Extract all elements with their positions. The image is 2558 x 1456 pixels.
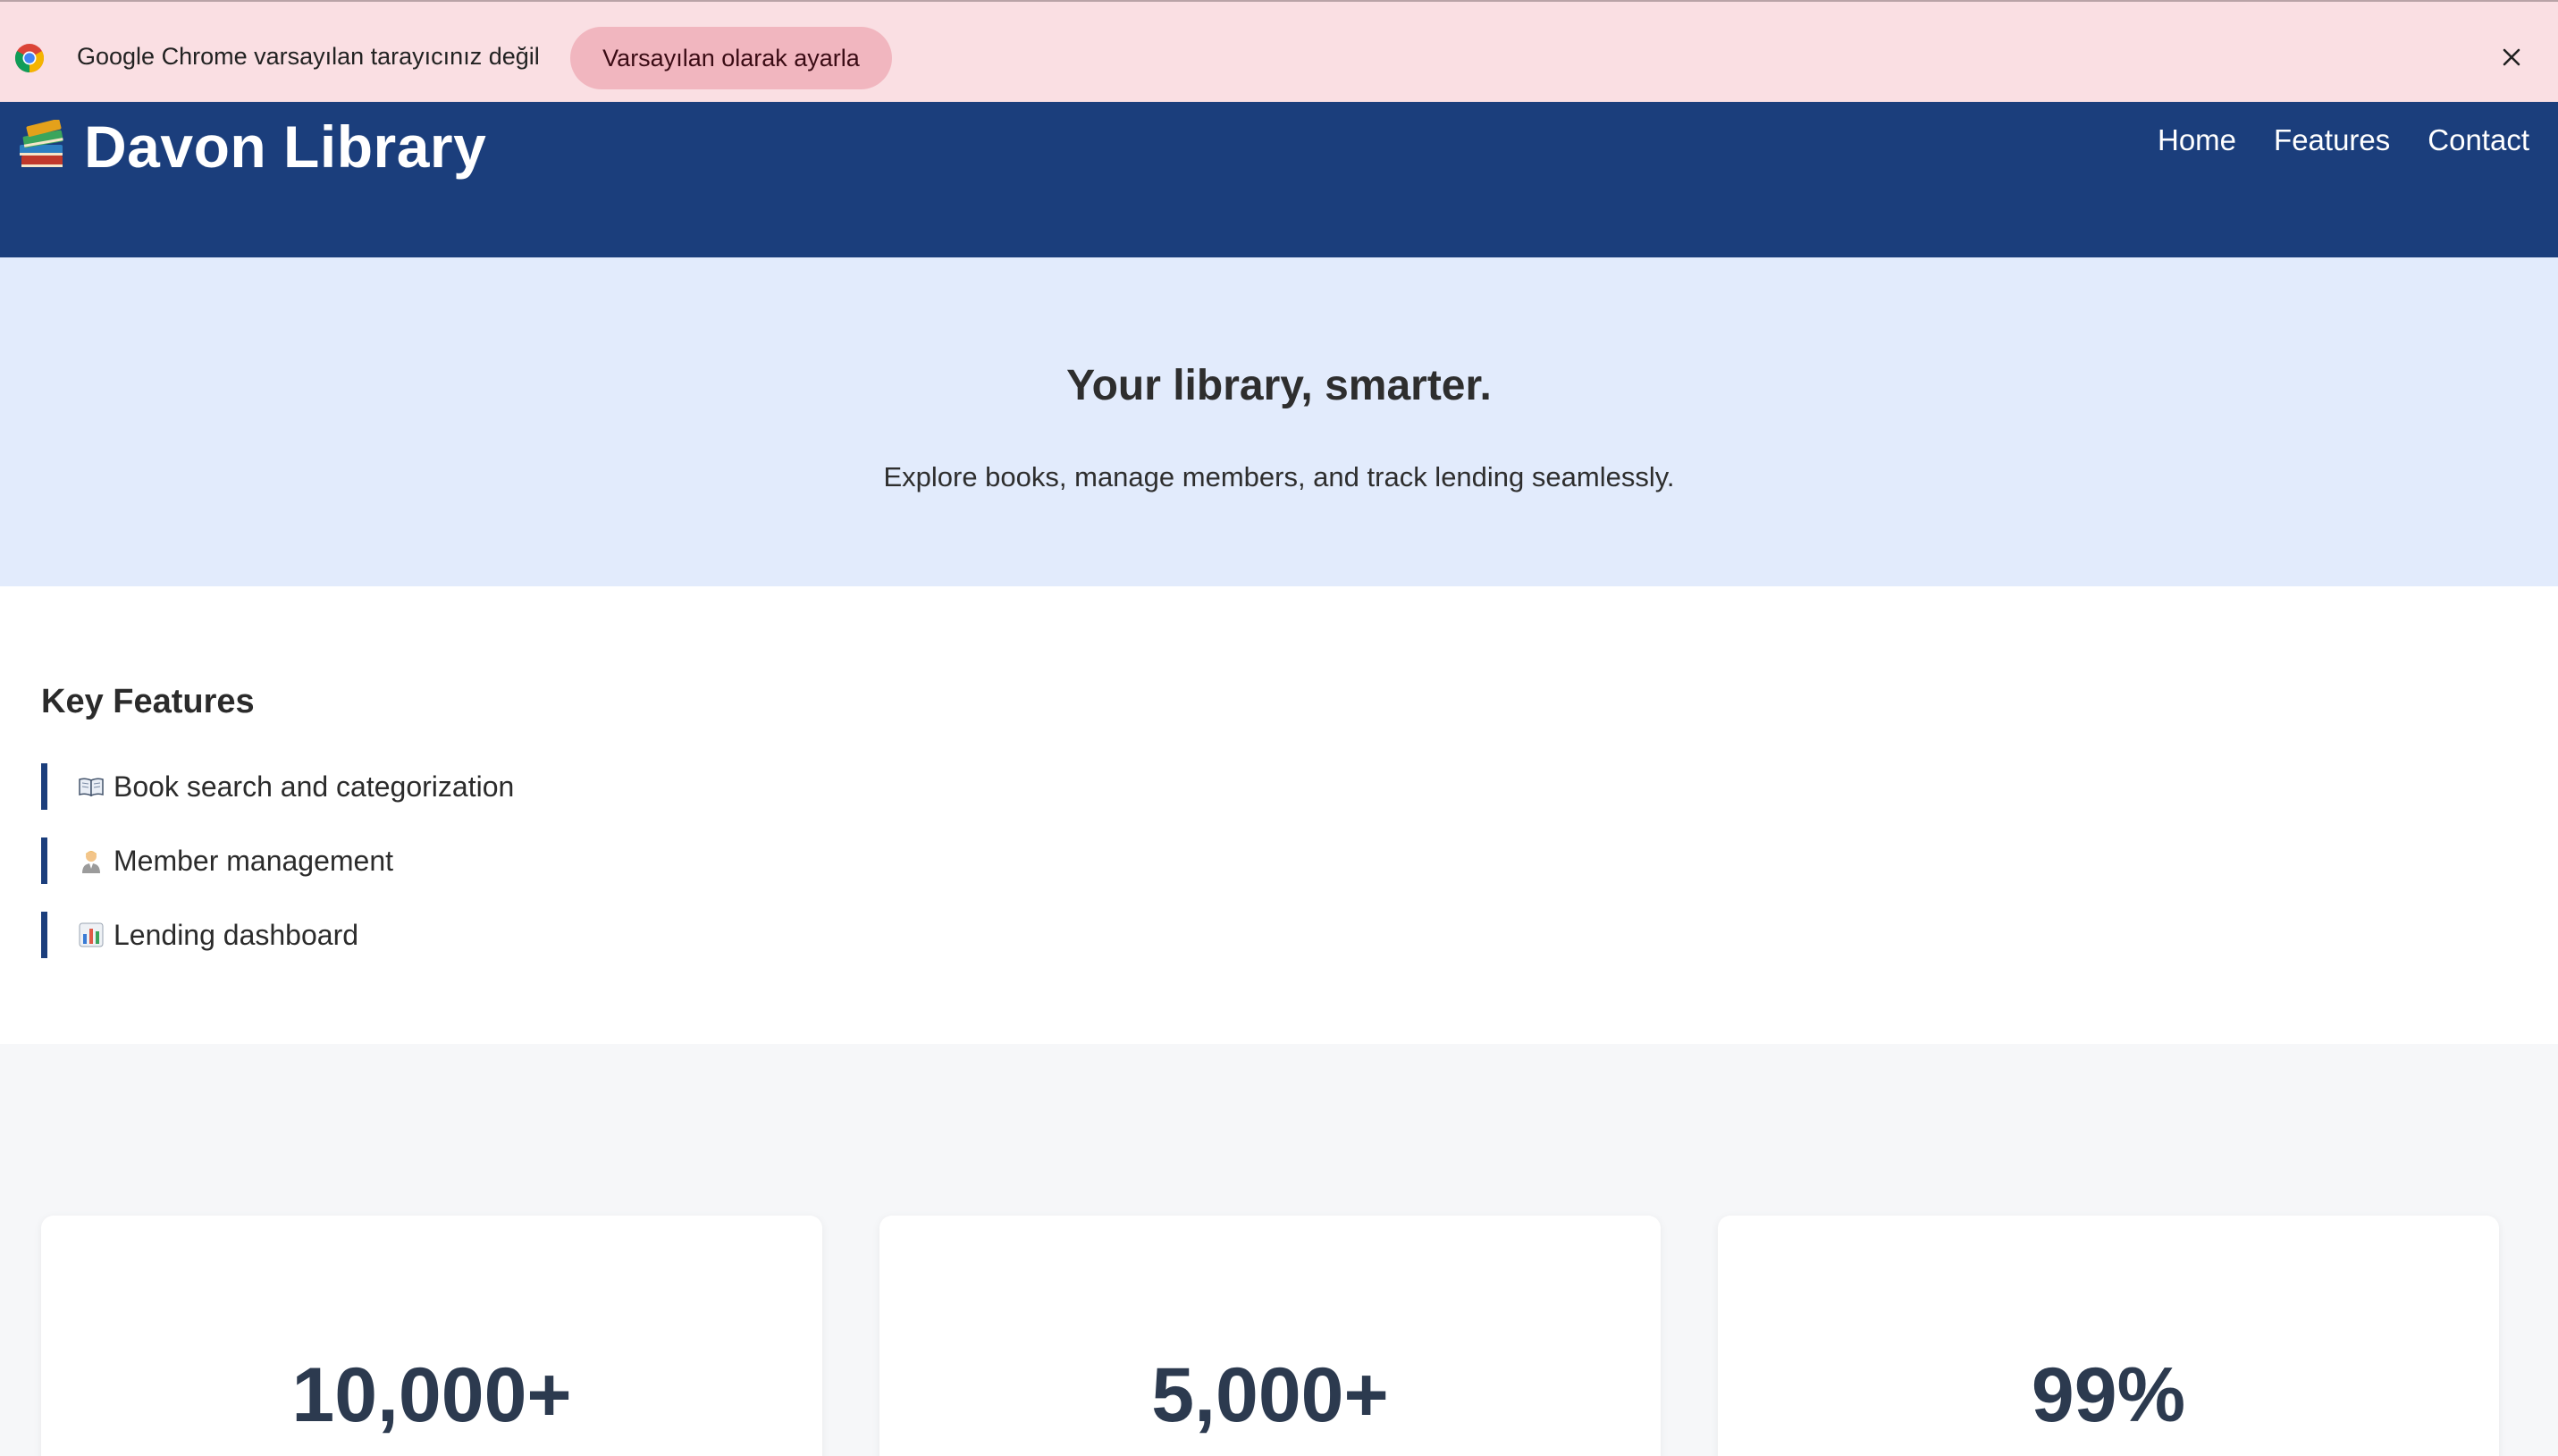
site-title: Davon Library — [84, 114, 487, 180]
page: Google Chrome varsayılan tarayıcınız değ… — [0, 0, 2558, 1456]
site-header: Davon Library Home Features Contact — [0, 102, 2558, 257]
stat-value: 99% — [2031, 1352, 2186, 1438]
feature-label: Lending dashboard — [114, 918, 359, 951]
stat-card: 10,000+ — [41, 1216, 822, 1456]
brand[interactable]: Davon Library — [16, 113, 486, 181]
infobar-message: Google Chrome varsayılan tarayıcınız değ… — [77, 43, 540, 70]
nav-features-link[interactable]: Features — [2274, 123, 2390, 157]
stat-value: 10,000+ — [291, 1352, 572, 1438]
feature-item: Member management — [41, 837, 514, 884]
main-nav: Home Features Contact — [2158, 123, 2529, 157]
infobar-close-button[interactable] — [2494, 39, 2529, 75]
nav-contact-link[interactable]: Contact — [2428, 123, 2529, 157]
feature-label: Member management — [114, 844, 394, 877]
features-section: Key Features Book search and categorizat… — [0, 586, 2558, 1044]
chrome-logo-icon — [14, 44, 45, 73]
bar-chart-icon — [78, 922, 105, 948]
feature-label: Book search and categorization — [114, 770, 515, 803]
stat-value: 5,000+ — [1151, 1352, 1389, 1438]
feature-list: Book search and categorization Member ma… — [41, 763, 514, 986]
feature-item: Lending dashboard — [41, 912, 514, 958]
close-icon — [2503, 48, 2520, 66]
nav-home-link[interactable]: Home — [2158, 123, 2236, 157]
hero-subtitle: Explore books, manage members, and track… — [883, 461, 1675, 492]
member-icon — [78, 847, 105, 874]
default-browser-infobar: Google Chrome varsayılan tarayıcınız değ… — [0, 0, 2558, 102]
open-book-icon — [78, 773, 105, 800]
stat-card: 5,000+ — [879, 1216, 1661, 1456]
hero-section: Your library, smarter. Explore books, ma… — [0, 257, 2558, 586]
books-icon — [20, 120, 63, 167]
feature-item: Book search and categorization — [41, 763, 514, 810]
stats-section: 10,000+ 5,000+ 99% — [0, 1044, 2558, 1456]
stat-card: 99% — [1718, 1216, 2499, 1456]
set-default-button[interactable]: Varsayılan olarak ayarla — [570, 27, 892, 89]
hero-title: Your library, smarter. — [1066, 362, 1492, 409]
features-heading: Key Features — [41, 683, 255, 720]
